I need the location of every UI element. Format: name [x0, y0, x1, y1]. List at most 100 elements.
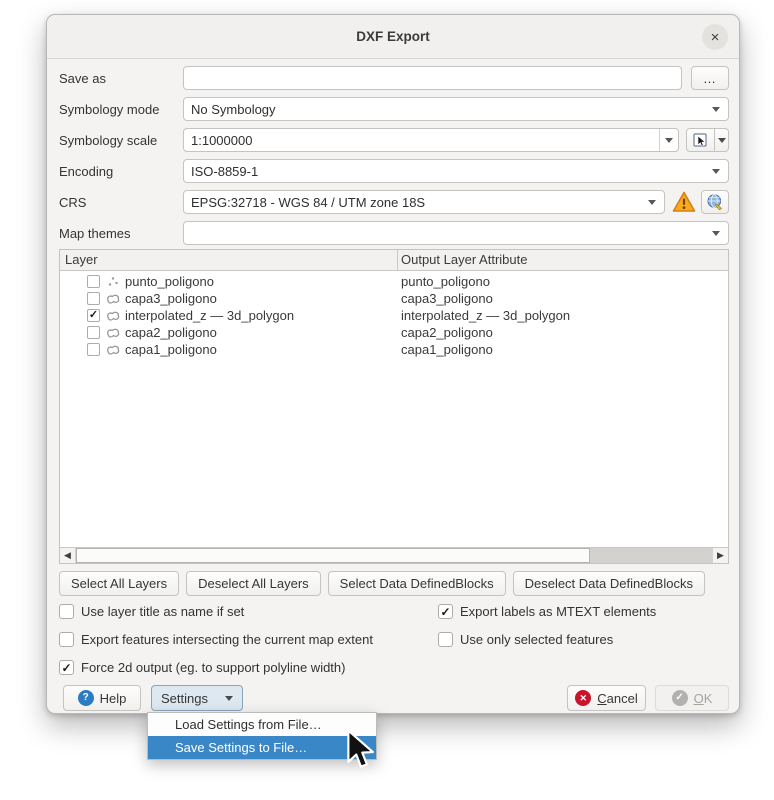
encoding-value: ISO-8859-1 [191, 164, 258, 179]
map-cursor-icon [692, 132, 709, 149]
desktop: DXF Export × Save as … Symbology mode No… [0, 0, 774, 800]
header-output-attribute: Output Layer Attribute [398, 250, 728, 270]
checkbox[interactable] [438, 632, 453, 647]
dialog-footer: ? Help Settings ✕ Cancel ✓ OK [59, 685, 729, 711]
chevron-down-icon [712, 107, 720, 112]
dialog-title: DXF Export [356, 29, 430, 44]
option-label: Force 2d output (eg. to support polyline… [81, 660, 345, 675]
horizontal-scrollbar[interactable]: ◀ ▶ [60, 547, 728, 563]
set-scale-from-map-button[interactable] [686, 128, 715, 152]
symbology-scale-value: 1:1000000 [191, 133, 252, 148]
checkbox[interactable]: ✓ [59, 660, 74, 675]
dxf-export-dialog: DXF Export × Save as … Symbology mode No… [46, 14, 740, 714]
points-icon [105, 275, 121, 289]
crs-warning-wrap [671, 191, 697, 213]
close-button[interactable]: × [702, 24, 728, 50]
select-all-layers-button[interactable]: Select All Layers [59, 571, 179, 596]
layer-name: capa2_poligono [125, 325, 217, 340]
polygon-icon [105, 309, 121, 323]
ok-icon: ✓ [672, 690, 688, 706]
option-label: Export features intersecting the current… [81, 632, 373, 647]
scroll-right-icon: ▶ [717, 550, 724, 561]
ok-button-disabled[interactable]: ✓ OK [655, 685, 729, 711]
scroll-left-arrow[interactable]: ◀ [60, 548, 76, 563]
symbology-scale-label: Symbology scale [59, 133, 183, 148]
output-attribute[interactable]: capa3_poligono [398, 291, 728, 306]
chevron-down-icon [712, 231, 720, 236]
button-label: Deselect Data DefinedBlocks [525, 576, 693, 591]
use-only-selected-features-option[interactable]: Use only selected features [438, 632, 729, 647]
table-row[interactable]: punto_poligono punto_poligono [60, 273, 728, 290]
menu-item-label: Save Settings to File… [175, 740, 307, 755]
button-label: OK [694, 691, 713, 706]
mouse-cursor-icon [347, 729, 377, 776]
scale-from-map-group [686, 128, 729, 152]
force-2d-output-option[interactable]: ✓ Force 2d output (eg. to support polyli… [59, 660, 729, 675]
table-row[interactable]: capa1_poligono capa1_poligono [60, 341, 728, 358]
export-features-intersecting-option[interactable]: Export features intersecting the current… [59, 632, 438, 647]
layer-checkbox[interactable] [87, 326, 100, 339]
select-crs-button[interactable] [701, 190, 729, 214]
header-layer: Layer [60, 250, 398, 270]
scrollbar-thumb[interactable] [76, 548, 590, 563]
map-themes-combo[interactable] [183, 221, 729, 245]
menu-item-save-settings[interactable]: Save Settings to File… [148, 736, 376, 759]
use-layer-title-option[interactable]: Use layer title as name if set [59, 604, 438, 619]
scale-options-dropdown[interactable] [715, 128, 729, 152]
polygon-icon [105, 292, 121, 306]
table-header: Layer Output Layer Attribute [60, 250, 728, 271]
layer-name: capa3_poligono [125, 291, 217, 306]
layer-table: Layer Output Layer Attribute punto_polig… [59, 249, 729, 564]
output-attribute[interactable]: capa1_poligono [398, 342, 728, 357]
crs-value: EPSG:32718 - WGS 84 / UTM zone 18S [191, 195, 425, 210]
button-label: Settings [161, 691, 208, 706]
layer-checkbox[interactable] [87, 275, 100, 288]
table-row[interactable]: capa3_poligono capa3_poligono [60, 290, 728, 307]
cancel-button[interactable]: ✕ Cancel [567, 685, 646, 711]
help-icon: ? [78, 690, 94, 706]
output-attribute[interactable]: punto_poligono [398, 274, 728, 289]
crs-combo[interactable]: EPSG:32718 - WGS 84 / UTM zone 18S [183, 190, 665, 214]
symbology-mode-combo[interactable]: No Symbology [183, 97, 729, 121]
output-attribute[interactable]: capa2_poligono [398, 325, 728, 340]
export-options: Use layer title as name if set ✓ Export … [59, 604, 729, 675]
table-row[interactable]: ✓ interpolated_z — 3d_polygon interpolat… [60, 307, 728, 324]
save-as-row: Save as … [59, 66, 729, 90]
symbology-mode-value: No Symbology [191, 102, 276, 117]
settings-button[interactable]: Settings [151, 685, 243, 711]
deselect-all-layers-button[interactable]: Deselect All Layers [186, 571, 321, 596]
scroll-right-arrow[interactable]: ▶ [712, 548, 728, 563]
output-attribute[interactable]: interpolated_z — 3d_polygon [398, 308, 728, 323]
checkbox[interactable] [59, 604, 74, 619]
symbology-scale-combo[interactable]: 1:1000000 [183, 128, 679, 152]
crs-label: CRS [59, 195, 183, 210]
checkbox[interactable] [59, 632, 74, 647]
browse-button[interactable]: … [691, 66, 729, 90]
table-row[interactable]: capa2_poligono capa2_poligono [60, 324, 728, 341]
button-label: Help [100, 691, 127, 706]
deselect-data-defined-blocks-button[interactable]: Deselect Data DefinedBlocks [513, 571, 705, 596]
menu-item-load-settings[interactable]: Load Settings from File… [148, 713, 376, 736]
layer-checkbox[interactable] [87, 343, 100, 356]
save-as-input[interactable] [183, 66, 682, 90]
settings-menu: Load Settings from File… Save Settings t… [147, 712, 377, 760]
button-label: Cancel [597, 691, 637, 706]
encoding-combo[interactable]: ISO-8859-1 [183, 159, 729, 183]
layer-checkbox[interactable] [87, 292, 100, 305]
check-mark: ✓ [89, 310, 98, 321]
layer-checkbox[interactable]: ✓ [87, 309, 100, 322]
option-label: Use only selected features [460, 632, 613, 647]
option-label: Export labels as MTEXT elements [460, 604, 656, 619]
polygon-icon [105, 343, 121, 357]
chevron-down-icon [665, 138, 673, 143]
table-body: punto_poligono punto_poligono capa3_poli… [60, 271, 728, 547]
title-bar[interactable]: DXF Export × [47, 15, 739, 59]
symbology-mode-label: Symbology mode [59, 102, 183, 117]
help-button[interactable]: ? Help [63, 685, 141, 711]
export-labels-mtext-option[interactable]: ✓ Export labels as MTEXT elements [438, 604, 729, 619]
chevron-down-icon [712, 169, 720, 174]
select-data-defined-blocks-button[interactable]: Select Data DefinedBlocks [328, 571, 506, 596]
ellipsis-icon: … [703, 71, 717, 86]
checkbox[interactable]: ✓ [438, 604, 453, 619]
combo-arrow-section[interactable] [659, 129, 678, 151]
